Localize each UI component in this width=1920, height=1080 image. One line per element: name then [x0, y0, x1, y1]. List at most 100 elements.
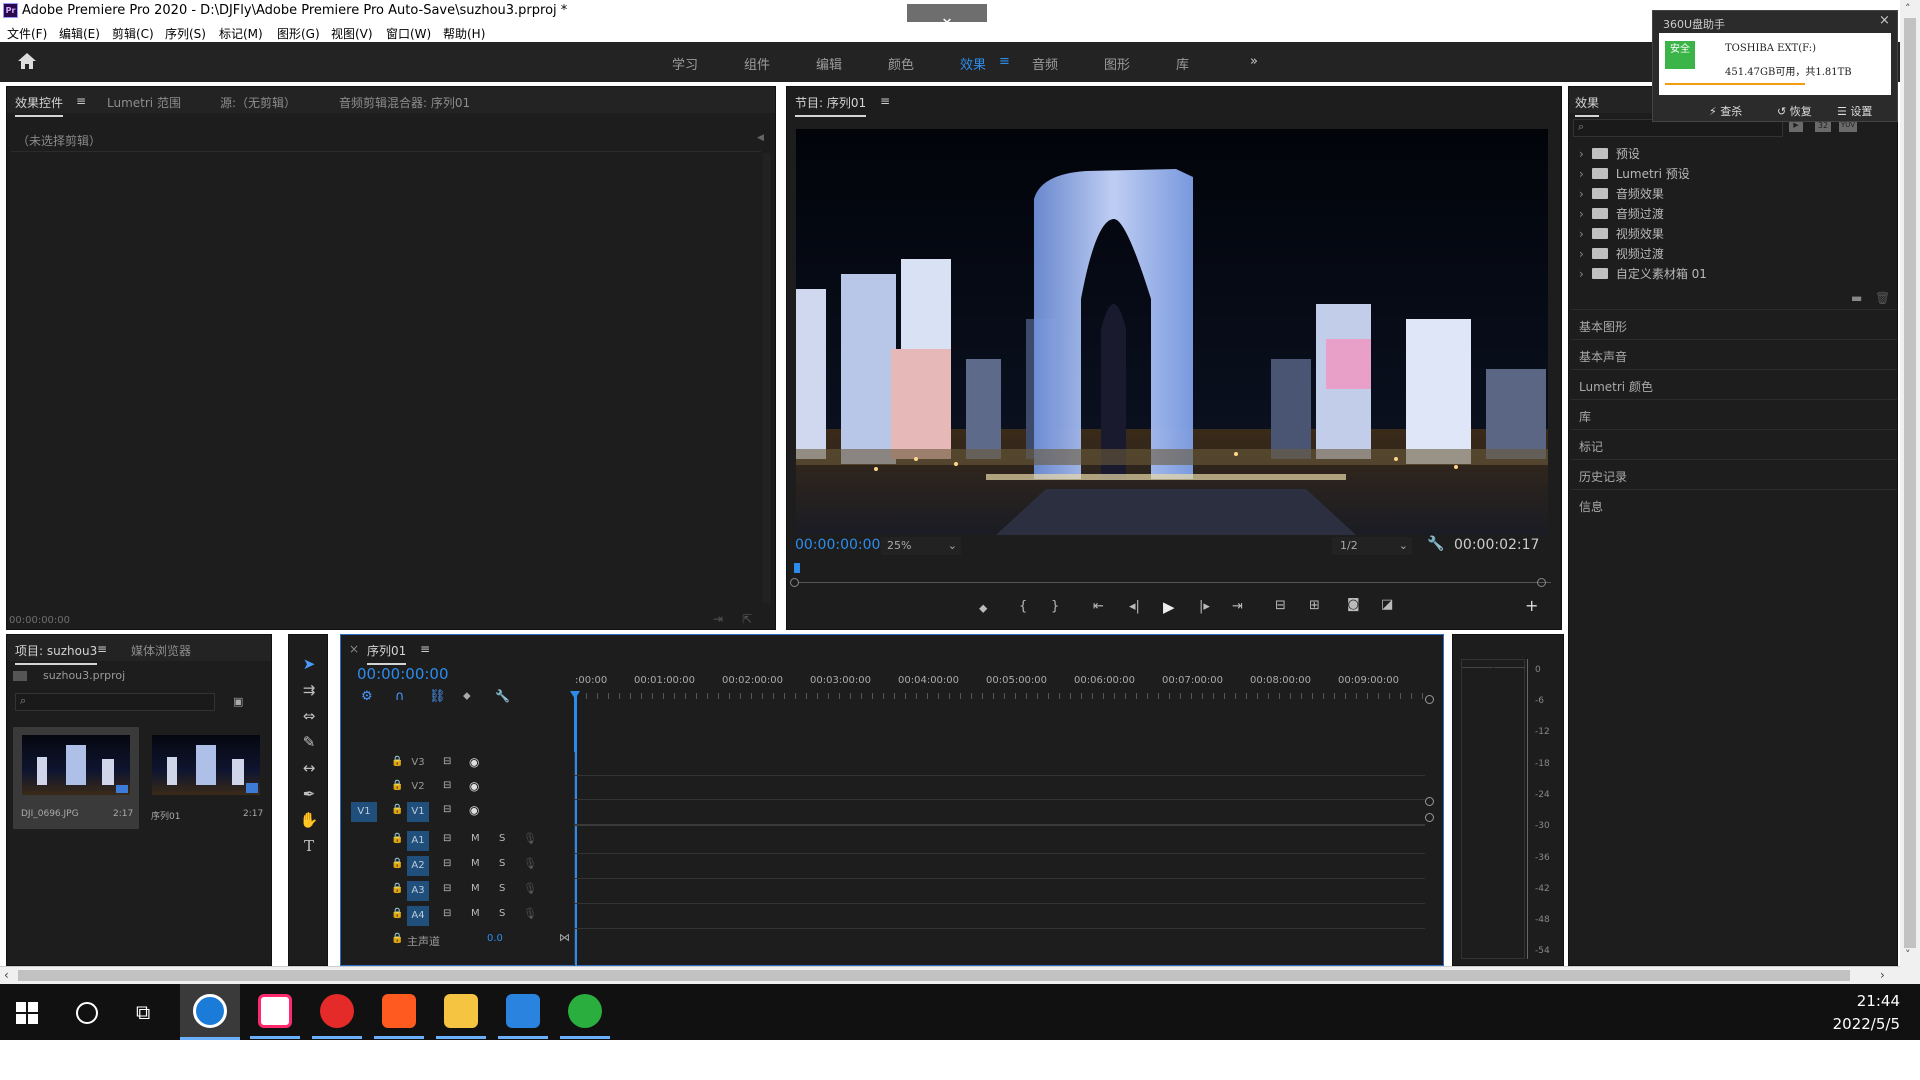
extract-button[interactable]: ⊞ [1309, 598, 1320, 613]
menu-help[interactable]: 帮助(H) [443, 25, 485, 42]
mark-in-button[interactable]: { [1019, 599, 1027, 614]
menu-view[interactable]: 视图(V) [331, 25, 373, 42]
workspace-tab-learn[interactable]: 学习 [672, 54, 698, 73]
home-icon[interactable] [16, 51, 40, 73]
step-back-button[interactable]: ◂| [1129, 599, 1140, 614]
32bit-filter-icon[interactable]: 32 [1815, 121, 1831, 132]
scroll-thumb[interactable] [1904, 18, 1916, 948]
master-volume-value[interactable]: 0.0 [487, 933, 503, 944]
source-patch-v1[interactable]: V1 [351, 802, 377, 822]
close-icon[interactable]: × [1879, 13, 1890, 28]
clock-date[interactable]: 2022/5/5 [1810, 1015, 1900, 1033]
time-ruler[interactable]: :00:00 00:01:00:00 00:02:00:00 00:03:00:… [575, 665, 1425, 699]
lock-icon[interactable]: 🔒 [391, 858, 403, 869]
lock-icon[interactable]: 🔒 [391, 780, 403, 791]
lock-icon[interactable]: 🔒 [391, 933, 403, 944]
video-player-icon[interactable] [506, 994, 540, 1028]
workspace-tab-editing[interactable]: 编辑 [816, 54, 842, 73]
video-preview[interactable] [796, 129, 1548, 535]
add-marker-icon[interactable]: ⬥ [463, 689, 471, 703]
tab-sequence[interactable]: 序列01 [367, 642, 407, 665]
tab-project[interactable]: 项目: suzhou3 [15, 642, 98, 665]
search-icon[interactable] [76, 1002, 98, 1024]
workspace-tab-effects[interactable]: 效果 [960, 54, 986, 73]
settings-button[interactable]: ☰ 设置 [1837, 103, 1872, 119]
tab-program[interactable]: 节目: 序列01 [795, 94, 867, 117]
zoom-handle[interactable] [1425, 695, 1434, 704]
scrub-bar[interactable] [799, 582, 1551, 583]
microphone-icon[interactable]: 🎙 [523, 882, 537, 895]
section-markers[interactable]: 标记 [1571, 429, 1897, 457]
microphone-icon[interactable]: 🎙 [523, 907, 537, 920]
resolution-select[interactable]: 1/2 ⌄ [1332, 537, 1412, 555]
file-explorer-icon[interactable] [444, 994, 478, 1028]
scroll-left-icon[interactable]: ‹ [4, 968, 9, 982]
lock-icon[interactable]: 🔒 [391, 908, 403, 919]
add-marker-button[interactable]: ⬥ [979, 601, 987, 616]
task-view-icon[interactable]: ⧉ [136, 1002, 150, 1022]
collapse-arrow-icon[interactable]: ◀ [757, 133, 764, 143]
workspace-tab-assembly[interactable]: 组件 [744, 54, 770, 73]
lock-icon[interactable]: 🔒 [391, 883, 403, 894]
timeline-timecode[interactable]: 00:00:00:00 [357, 665, 449, 683]
workspace-overflow-icon[interactable]: » [1250, 54, 1258, 69]
track-label[interactable]: A4 [407, 906, 429, 926]
microphone-icon[interactable]: 🎙 [523, 857, 537, 870]
wechat-icon[interactable] [568, 994, 602, 1028]
effects-tree-item-video-transitions[interactable]: › 视频过渡 [1579, 245, 1664, 262]
close-icon[interactable]: × [349, 642, 359, 656]
effects-tree-item-lumetri-presets[interactable]: › Lumetri 预设 [1579, 165, 1690, 182]
compare-view-button[interactable]: ◪ [1381, 597, 1393, 612]
track-label[interactable]: V3 [407, 754, 429, 772]
start-icon[interactable] [16, 1002, 38, 1024]
project-item[interactable]: DJI_0696.JPG 2:17 [13, 727, 139, 829]
pdf-reader-icon[interactable] [382, 994, 416, 1028]
scroll-thumb[interactable] [18, 970, 1850, 981]
eye-icon[interactable]: ◉ [469, 803, 479, 817]
tab-effect-controls[interactable]: 效果控件 [15, 94, 64, 117]
panel-menu-icon[interactable]: ≡ [97, 642, 107, 656]
section-history[interactable]: 历史记录 [1571, 459, 1897, 487]
sync-lock-icon[interactable]: ⊟ [443, 858, 451, 869]
section-lumetri-color[interactable]: Lumetri 颜色 [1571, 369, 1897, 397]
slip-tool-icon[interactable]: ↔ [297, 759, 321, 781]
taskbar-app-active[interactable] [180, 984, 240, 1040]
panel-menu-icon[interactable]: ≡ [880, 94, 890, 108]
project-search-input[interactable]: ⌕ [15, 693, 215, 711]
mute-button[interactable]: M [471, 908, 480, 919]
scan-button[interactable]: ⚡ 查杀 [1709, 103, 1742, 119]
menu-sequence[interactable]: 序列(S) [165, 25, 206, 42]
go-to-out-button[interactable]: ⇥ [1232, 599, 1243, 614]
razor-tool-icon[interactable]: ✎ [297, 733, 321, 755]
filter-icon[interactable]: ⇥ [713, 612, 723, 626]
restore-button[interactable]: ↺ 恢复 [1777, 103, 1812, 119]
menu-clip[interactable]: 剪辑(C) [112, 25, 154, 42]
play-button[interactable]: ▶ [1163, 598, 1175, 616]
track-lanes[interactable] [575, 752, 1425, 967]
clock-time[interactable]: 21:44 [1850, 992, 1900, 1010]
lock-icon[interactable]: 🔒 [391, 756, 403, 767]
tab-source[interactable]: 源:（无剪辑） [220, 94, 296, 111]
workspace-tab-audio[interactable]: 音频 [1032, 54, 1058, 73]
track-label[interactable]: V2 [407, 778, 429, 796]
sync-lock-icon[interactable]: ⊟ [443, 780, 451, 791]
new-bin-icon[interactable]: ▣ [233, 695, 243, 708]
solo-button[interactable]: S [499, 908, 505, 919]
menu-window[interactable]: 窗口(W) [386, 25, 431, 42]
sync-lock-icon[interactable]: ⊟ [443, 756, 451, 767]
drive-card[interactable]: 安全 TOSHIBA EXT(F:) 451.47GB可用，共1.81TB [1659, 33, 1891, 95]
scroll-up-icon[interactable]: ˄ [1905, 2, 1911, 15]
zoom-select[interactable]: 25% ⌄ [881, 537, 961, 555]
menu-file[interactable]: 文件(F) [7, 25, 47, 42]
horizontal-scrollbar[interactable]: ‹ › [0, 966, 1900, 984]
vertical-scrollbar[interactable]: ˄ ˅ [1900, 0, 1920, 984]
program-timecode[interactable]: 00:00:00:00 [795, 537, 880, 553]
solo-button[interactable]: S [499, 858, 505, 869]
microphone-icon[interactable]: 🎙 [523, 832, 537, 845]
workspace-tab-libraries[interactable]: 库 [1176, 54, 1189, 73]
export-icon[interactable]: ⇱ [742, 612, 752, 626]
effects-tree-item-presets[interactable]: › 预设 [1579, 145, 1640, 162]
playhead[interactable] [794, 563, 800, 573]
tab-media-browser[interactable]: 媒体浏览器 [131, 642, 191, 659]
menu-edit[interactable]: 编辑(E) [59, 25, 100, 42]
